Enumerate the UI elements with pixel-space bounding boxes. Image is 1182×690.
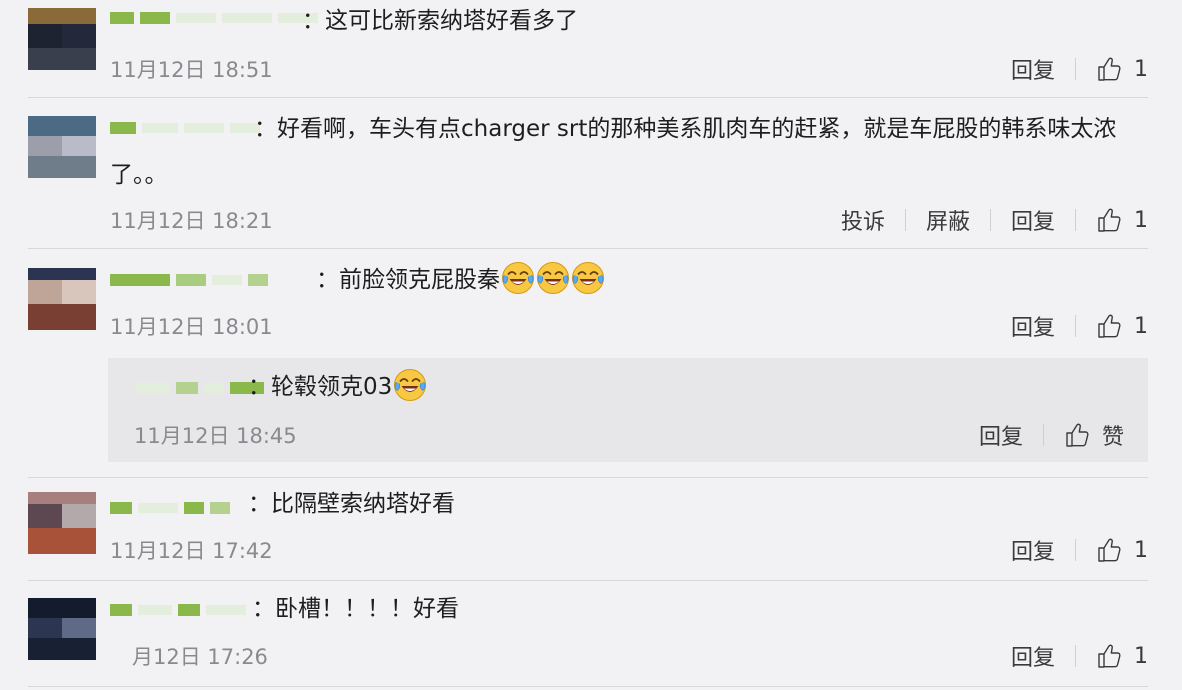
divider bbox=[1075, 315, 1076, 337]
username-mosaic bbox=[212, 275, 242, 285]
divider bbox=[1075, 645, 1076, 667]
like-button[interactable]: 1 bbox=[1096, 207, 1148, 233]
username-mosaic bbox=[110, 12, 134, 24]
username[interactable] bbox=[110, 598, 252, 622]
divider bbox=[1075, 539, 1076, 561]
comment-time: 11月12日 18:51 bbox=[110, 58, 273, 82]
thumbs-up-icon bbox=[1096, 313, 1122, 339]
avatar[interactable] bbox=[28, 8, 96, 70]
divider bbox=[28, 477, 1148, 478]
comment-time: 11月12日 17:42 bbox=[110, 539, 273, 563]
thumbs-up-icon bbox=[1096, 207, 1122, 233]
username-mosaic bbox=[206, 605, 246, 615]
comment-text: ：比隔壁索纳塔好看 bbox=[248, 491, 455, 517]
comment-actions: 回复 1 bbox=[1011, 53, 1148, 85]
reply-button[interactable]: 回复 bbox=[1011, 310, 1055, 342]
username[interactable] bbox=[110, 496, 236, 520]
username-mosaic bbox=[138, 605, 172, 615]
reply-text: ：轮毂领克03 bbox=[248, 364, 427, 410]
username-mosaic bbox=[210, 502, 230, 514]
comment-actions: 回复 1 bbox=[1011, 534, 1148, 566]
comment-actions: 回复 1 bbox=[1011, 640, 1148, 672]
like-button[interactable]: 1 bbox=[1096, 537, 1148, 563]
avatar[interactable] bbox=[28, 492, 96, 554]
divider bbox=[28, 97, 1148, 98]
like-count: 1 bbox=[1134, 56, 1148, 82]
like-count: 1 bbox=[1134, 537, 1148, 563]
username-mosaic bbox=[176, 13, 216, 23]
comment-time: 月12日 17:26 bbox=[132, 645, 268, 669]
username-mosaic bbox=[176, 382, 198, 394]
username-mosaic bbox=[140, 12, 170, 24]
reply-button[interactable]: 回复 bbox=[1011, 204, 1055, 236]
like-button[interactable]: 1 bbox=[1096, 313, 1148, 339]
block-button[interactable]: 屏蔽 bbox=[926, 204, 970, 236]
username-mosaic bbox=[184, 502, 204, 514]
username[interactable] bbox=[110, 268, 274, 292]
username-mosaic bbox=[138, 503, 178, 513]
thumbs-up-icon bbox=[1096, 56, 1122, 82]
username-mosaic bbox=[136, 383, 170, 393]
like-label: 赞 bbox=[1101, 425, 1124, 450]
comment-text: ：这可比新索纳塔好看多了 bbox=[302, 8, 578, 34]
thumbs-up-icon bbox=[1064, 422, 1090, 448]
divider bbox=[904, 209, 906, 231]
reply-time: 11月12日 18:45 bbox=[134, 424, 297, 448]
like-button[interactable]: 赞 bbox=[1064, 419, 1124, 451]
thumbs-up-icon bbox=[1096, 643, 1122, 669]
comment-actions: 回复 1 bbox=[1011, 310, 1148, 342]
comment-time: 11月12日 18:21 bbox=[110, 209, 273, 233]
like-count: 1 bbox=[1134, 207, 1148, 233]
username-mosaic bbox=[176, 274, 206, 286]
username[interactable] bbox=[110, 6, 324, 30]
comment-text: ：卧槽！！！！好看 bbox=[252, 596, 459, 622]
username-mosaic bbox=[178, 604, 200, 616]
reply-button[interactable]: 回复 bbox=[1011, 53, 1055, 85]
username-mosaic bbox=[204, 383, 224, 393]
report-button[interactable]: 投诉 bbox=[841, 204, 885, 236]
avatar[interactable] bbox=[28, 268, 96, 330]
laughing-crying-emoji-icon bbox=[393, 368, 427, 402]
username-mosaic bbox=[222, 13, 272, 23]
username-mosaic bbox=[110, 502, 132, 514]
comment-text: ：好看啊，车头有点charger srt的那种美系肌肉车的赶紧，就是车屁股的韩系… bbox=[110, 116, 1117, 188]
reply-actions: 回复 赞 bbox=[979, 419, 1124, 451]
laughing-crying-emoji-icon bbox=[571, 261, 605, 295]
comment-text: ：前脸领克屁股秦 bbox=[316, 257, 605, 303]
username-mosaic bbox=[110, 604, 132, 616]
divider bbox=[28, 686, 1148, 687]
divider bbox=[1075, 209, 1076, 231]
reply-button[interactable]: 回复 bbox=[979, 419, 1023, 451]
divider bbox=[28, 580, 1148, 581]
like-count: 1 bbox=[1134, 313, 1148, 339]
like-button[interactable]: 1 bbox=[1096, 643, 1148, 669]
username-mosaic bbox=[110, 274, 170, 286]
username-mosaic bbox=[248, 274, 268, 286]
comment-actions: 投诉 屏蔽 回复 1 bbox=[841, 204, 1148, 236]
reply-thread: ：轮毂领克03 11月12日 18:45 回复 赞 bbox=[108, 358, 1148, 462]
reply-button[interactable]: 回复 bbox=[1011, 640, 1055, 672]
like-count: 1 bbox=[1134, 643, 1148, 669]
divider bbox=[1042, 424, 1044, 446]
thumbs-up-icon bbox=[1096, 537, 1122, 563]
laughing-crying-emoji-icon bbox=[501, 261, 535, 295]
avatar[interactable] bbox=[28, 598, 96, 660]
avatar[interactable] bbox=[28, 116, 96, 178]
like-button[interactable]: 1 bbox=[1096, 56, 1148, 82]
divider bbox=[28, 248, 1148, 249]
reply-button[interactable]: 回复 bbox=[1011, 534, 1055, 566]
divider bbox=[989, 209, 991, 231]
laughing-crying-emoji-icon bbox=[536, 261, 570, 295]
divider bbox=[1075, 58, 1076, 80]
comment-time: 11月12日 18:01 bbox=[110, 315, 273, 339]
